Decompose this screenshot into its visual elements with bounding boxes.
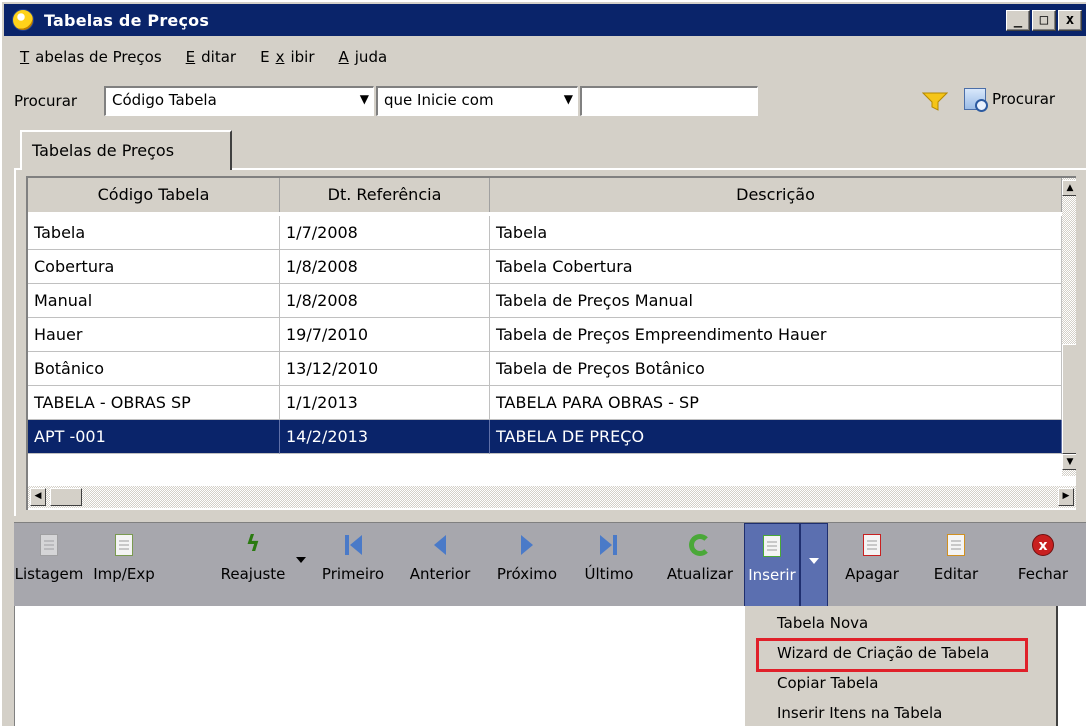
table-row[interactable]: Botânico 13/12/2010 Tabela de Preços Bot… xyxy=(28,352,1062,386)
first-record-icon xyxy=(341,533,365,557)
toolbar: Listagem Imp/Exp ϟ Reajuste Primeiro Ant… xyxy=(14,522,1086,607)
document-icon xyxy=(37,533,61,557)
scroll-right-button[interactable]: ▶ xyxy=(1058,488,1074,506)
refresh-icon xyxy=(688,533,712,557)
horizontal-scrollbar[interactable]: ◀ ▶ xyxy=(28,486,1076,508)
atualizar-button[interactable]: Atualizar xyxy=(660,523,740,607)
funnel-icon[interactable] xyxy=(922,90,948,112)
reajuste-button[interactable]: ϟ Reajuste xyxy=(210,523,296,607)
anterior-button[interactable]: Anterior xyxy=(398,523,482,607)
edit-document-icon xyxy=(944,533,968,557)
table-row[interactable]: TABELA - OBRAS SP 1/1/2013 TABELA PARA O… xyxy=(28,386,1062,420)
column-header-dt-referencia[interactable]: Dt. Referência xyxy=(280,178,490,212)
inserir-dropdown-button[interactable] xyxy=(800,523,828,607)
menu-item-copiar-tabela[interactable]: Copiar Tabela xyxy=(777,670,878,696)
delete-document-icon xyxy=(860,533,884,557)
close-button[interactable]: x xyxy=(1058,10,1082,31)
title-bar[interactable]: Tabelas de Preços _ □ x xyxy=(4,4,1086,36)
editar-button[interactable]: Editar xyxy=(926,523,986,607)
menu-item-tabela-nova[interactable]: Tabela Nova xyxy=(777,610,868,636)
next-icon xyxy=(515,533,539,557)
proximo-button[interactable]: Próximo xyxy=(488,523,566,607)
menu-tabelas-de-precos[interactable]: Tabelas de Preços xyxy=(14,46,168,68)
maximize-button[interactable]: □ xyxy=(1032,10,1056,31)
chevron-down-icon: ▼ xyxy=(359,92,369,106)
scroll-up-button[interactable]: ▲ xyxy=(1062,180,1076,196)
menu-exibir[interactable]: Ex ibir xyxy=(254,46,320,68)
scroll-left-button[interactable]: ◀ xyxy=(30,488,46,506)
fechar-button[interactable]: x Fechar xyxy=(1010,523,1076,607)
ultimo-button[interactable]: Último xyxy=(574,523,644,607)
vertical-scroll-thumb[interactable] xyxy=(1062,344,1076,454)
table-row[interactable]: Tabela 1/7/2008 Tabela xyxy=(28,216,1062,250)
search-label: Procurar xyxy=(14,92,78,110)
main-window: Tabelas de Preços _ □ x Tabelas de Preço… xyxy=(0,0,1086,726)
vertical-scrollbar[interactable]: ▲ ▼ xyxy=(1062,178,1076,476)
search-icon xyxy=(964,88,988,112)
import-export-icon xyxy=(112,533,136,557)
menu-editar[interactable]: Editar xyxy=(180,46,242,68)
highlight-annotation-box xyxy=(756,638,1028,672)
search-button[interactable]: Procurar xyxy=(964,88,1055,112)
previous-icon xyxy=(428,533,452,557)
apagar-button[interactable]: Apagar xyxy=(840,523,904,607)
price-table-grid: Código Tabela Dt. Referência Descrição T… xyxy=(26,176,1076,510)
window-title: Tabelas de Preços xyxy=(44,10,210,30)
lightning-icon: ϟ xyxy=(245,532,261,557)
listagem-button[interactable]: Listagem xyxy=(15,523,83,607)
horizontal-scroll-thumb[interactable] xyxy=(50,488,82,506)
last-record-icon xyxy=(597,533,621,557)
search-operator-select[interactable]: que Inicie com ▼ xyxy=(376,86,578,116)
tab-tabelas-de-precos[interactable]: Tabelas de Preços xyxy=(20,130,232,170)
table-row-selected[interactable]: APT -001 14/2/2013 TABELA DE PREÇO xyxy=(28,420,1062,454)
column-header-descricao[interactable]: Descrição xyxy=(490,178,1062,212)
table-row[interactable]: Hauer 19/7/2010 Tabela de Preços Empreen… xyxy=(28,318,1062,352)
table-header: Código Tabela Dt. Referência Descrição xyxy=(28,178,1062,212)
scroll-down-button[interactable]: ▼ xyxy=(1062,454,1076,470)
app-icon xyxy=(12,9,34,31)
inserir-button[interactable]: Inserir xyxy=(744,523,800,607)
minimize-button[interactable]: _ xyxy=(1006,10,1030,31)
search-field-select[interactable]: Código Tabela ▼ xyxy=(104,86,374,116)
search-value-input[interactable] xyxy=(580,86,758,116)
imp-exp-button[interactable]: Imp/Exp xyxy=(86,523,162,607)
chevron-down-icon: ▼ xyxy=(563,92,573,106)
table-row[interactable]: Manual 1/8/2008 Tabela de Preços Manual xyxy=(28,284,1062,318)
menu-bar: Tabelas de Preços Editar Ex ibir Ajuda xyxy=(14,46,393,68)
column-header-codigo[interactable]: Código Tabela xyxy=(28,178,280,212)
primeiro-button[interactable]: Primeiro xyxy=(314,523,392,607)
menu-ajuda[interactable]: Ajuda xyxy=(333,46,394,68)
table-row[interactable]: Cobertura 1/8/2008 Tabela Cobertura xyxy=(28,250,1062,284)
close-icon: x xyxy=(1031,533,1055,557)
reajuste-dropdown-arrow[interactable] xyxy=(296,557,306,563)
chevron-down-icon xyxy=(809,558,819,564)
insert-document-icon xyxy=(760,534,784,558)
menu-item-inserir-itens[interactable]: Inserir Itens na Tabela xyxy=(777,700,942,726)
